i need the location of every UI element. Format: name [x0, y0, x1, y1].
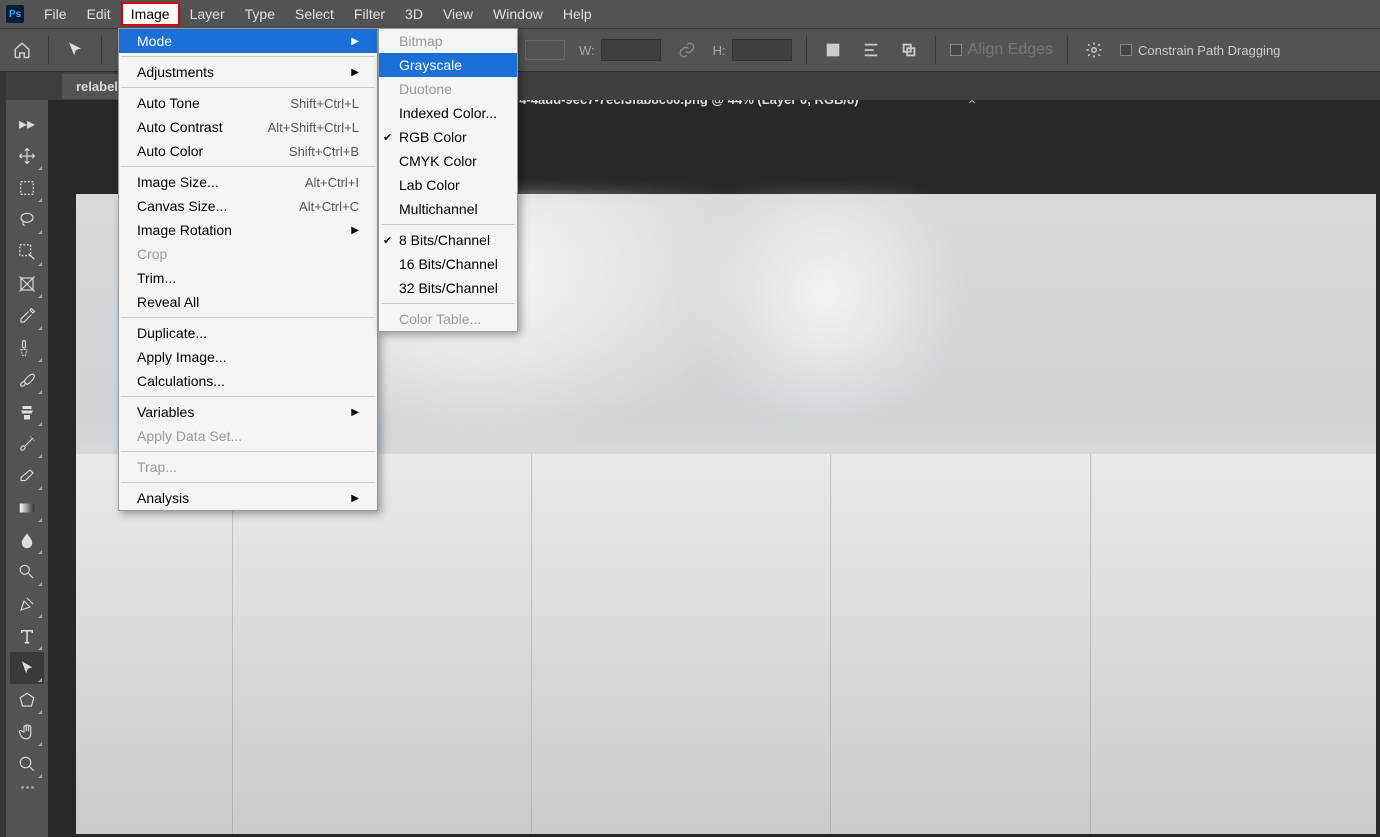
menu-3d[interactable]: 3D [395, 2, 433, 26]
eraser-tool[interactable] [10, 460, 44, 492]
mode-32bits[interactable]: 32 Bits/Channel [379, 276, 517, 300]
blur-tool[interactable] [10, 524, 44, 556]
tab-close-icon[interactable]: × [968, 100, 976, 108]
app-logo-icon: Ps [6, 5, 24, 23]
tab-title-visible: 02667-8f74-4add-9ec7-7ecf3fab8c60.png @ … [460, 100, 867, 107]
menu-item-apply-image[interactable]: Apply Image... [119, 345, 377, 369]
mode-duotone: Duotone [379, 77, 517, 101]
menu-item-adjustments[interactable]: Adjustments▶ [119, 60, 377, 84]
lasso-tool[interactable] [10, 204, 44, 236]
separator [806, 36, 807, 64]
mode-16bits[interactable]: 16 Bits/Channel [379, 252, 517, 276]
separator [48, 36, 49, 64]
shape-tool[interactable] [10, 684, 44, 716]
healing-brush-tool[interactable] [10, 332, 44, 364]
menu-item-mode[interactable]: Mode▶ [119, 29, 377, 53]
check-icon: ✔ [383, 234, 392, 247]
zoom-tool[interactable] [10, 748, 44, 780]
menu-item-duplicate[interactable]: Duplicate... [119, 321, 377, 345]
dodge-tool[interactable] [10, 556, 44, 588]
mode-color-table: Color Table... [379, 307, 517, 331]
menu-bar: Ps File Edit Image Layer Type Select Fil… [0, 0, 1380, 28]
menu-item-trim[interactable]: Trim... [119, 266, 377, 290]
brush-tool[interactable] [10, 364, 44, 396]
crop-tool[interactable] [10, 268, 44, 300]
mode-bitmap: Bitmap [379, 29, 517, 53]
separator [101, 36, 102, 64]
mode-8bits[interactable]: ✔8 Bits/Channel [379, 228, 517, 252]
type-tool[interactable] [10, 620, 44, 652]
menu-file[interactable]: File [34, 2, 77, 26]
separator [935, 36, 936, 64]
marquee-tool[interactable] [10, 172, 44, 204]
menu-help[interactable]: Help [553, 2, 602, 26]
link-icon[interactable] [675, 38, 699, 62]
mode-cmyk[interactable]: CMYK Color [379, 149, 517, 173]
menu-item-reveal-all[interactable]: Reveal All [119, 290, 377, 314]
path-operations-icon[interactable] [821, 38, 845, 62]
height-label: H: [713, 43, 726, 58]
menu-item-image-rotation[interactable]: Image Rotation▶ [119, 218, 377, 242]
menu-item-canvas-size[interactable]: Canvas Size...Alt+Ctrl+C [119, 194, 377, 218]
align-edges-label: Align Edges [968, 41, 1053, 59]
menu-select[interactable]: Select [285, 2, 344, 26]
clone-stamp-tool[interactable] [10, 396, 44, 428]
menu-edit[interactable]: Edit [77, 2, 121, 26]
image-menu-dropdown: Mode▶ Adjustments▶ Auto ToneShift+Ctrl+L… [118, 28, 378, 511]
height-field[interactable] [732, 39, 792, 61]
move-tool[interactable] [10, 140, 44, 172]
path-selection-tool[interactable] [10, 652, 44, 684]
gradient-tool[interactable] [10, 492, 44, 524]
constrain-label: Constrain Path Dragging [1138, 43, 1280, 58]
hand-tool[interactable] [10, 716, 44, 748]
menu-item-auto-tone[interactable]: Auto ToneShift+Ctrl+L [119, 91, 377, 115]
mode-rgb[interactable]: ✔RGB Color [379, 125, 517, 149]
menu-item-crop: Crop [119, 242, 377, 266]
move-cursor-icon[interactable] [63, 38, 87, 62]
menu-item-auto-color[interactable]: Auto ColorShift+Ctrl+B [119, 139, 377, 163]
stroke-style-selector[interactable] [525, 40, 565, 60]
align-edges-checkbox[interactable] [950, 44, 962, 56]
mode-indexed[interactable]: Indexed Color... [379, 101, 517, 125]
history-brush-tool[interactable] [10, 428, 44, 460]
mode-grayscale[interactable]: Grayscale [379, 53, 517, 77]
menu-window[interactable]: Window [483, 2, 553, 26]
mode-multichannel[interactable]: Multichannel [379, 197, 517, 221]
menu-layer[interactable]: Layer [180, 2, 235, 26]
home-icon[interactable] [10, 38, 34, 62]
menu-item-auto-contrast[interactable]: Auto ContrastAlt+Shift+Ctrl+L [119, 115, 377, 139]
pen-tool[interactable] [10, 588, 44, 620]
menu-filter[interactable]: Filter [344, 2, 395, 26]
check-icon: ✔ [383, 131, 392, 144]
width-field[interactable] [601, 39, 661, 61]
path-arrangement-icon[interactable] [897, 38, 921, 62]
gear-icon[interactable] [1082, 38, 1106, 62]
collapse-icon[interactable]: ▸▸ [10, 108, 44, 140]
menu-view[interactable]: View [433, 2, 483, 26]
mode-lab[interactable]: Lab Color [379, 173, 517, 197]
mode-submenu: Bitmap Grayscale Duotone Indexed Color..… [378, 28, 518, 332]
menu-item-image-size[interactable]: Image Size...Alt+Ctrl+I [119, 170, 377, 194]
eyedropper-tool[interactable] [10, 300, 44, 332]
path-alignment-icon[interactable] [859, 38, 883, 62]
menu-item-calculations[interactable]: Calculations... [119, 369, 377, 393]
menu-item-apply-data-set: Apply Data Set... [119, 424, 377, 448]
edit-toolbar-icon[interactable] [19, 786, 35, 790]
menu-image[interactable]: Image [121, 2, 180, 26]
tools-panel: ▸▸ [6, 104, 48, 837]
quick-selection-tool[interactable] [10, 236, 44, 268]
menu-item-trap: Trap... [119, 455, 377, 479]
width-label: W: [579, 43, 595, 58]
menu-item-variables[interactable]: Variables▶ [119, 400, 377, 424]
menu-type[interactable]: Type [235, 2, 285, 26]
constrain-checkbox[interactable] [1120, 44, 1132, 56]
separator [1067, 36, 1068, 64]
menu-item-analysis[interactable]: Analysis▶ [119, 486, 377, 510]
